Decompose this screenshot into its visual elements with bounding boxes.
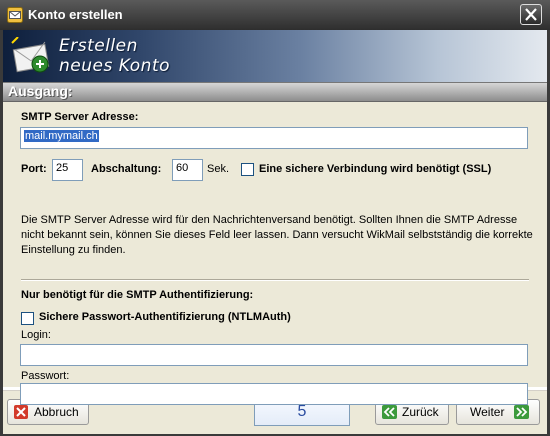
ssl-label[interactable]: Eine sichere Verbindung wird benötigt (S…: [259, 163, 491, 175]
app-mail-icon: [7, 7, 23, 23]
outgoing-form: SMTP Server Adresse: mail.mymail.ch Port…: [3, 102, 547, 387]
window-title: Konto erstellen: [28, 7, 123, 22]
new-account-envelope-icon: [10, 36, 52, 81]
auth-title: Nur benötigt für die SMTP Authentifizier…: [21, 289, 254, 301]
dialog-window: Konto erstellen Erstellen neues Konto Au…: [0, 0, 550, 436]
ntlm-label[interactable]: Sichere Passwort-Authentifizierung (NTLM…: [39, 311, 291, 323]
timeout-input[interactable]: 60: [172, 159, 203, 181]
timeout-label: Abschaltung:: [91, 163, 162, 175]
separator: [21, 279, 529, 281]
timeout-unit: Sek.: [207, 163, 230, 175]
section-header: Ausgang:: [3, 82, 547, 102]
password-label: Passwort:: [21, 370, 70, 382]
next-label: Weiter: [470, 405, 505, 419]
port-input[interactable]: 25: [52, 159, 83, 181]
banner-title-line2: neues Konto: [59, 56, 171, 76]
cancel-icon: [14, 405, 28, 422]
smtp-address-input[interactable]: mail.mymail.ch: [20, 127, 528, 149]
login-label: Login:: [21, 329, 51, 341]
section-title: Ausgang:: [8, 83, 73, 99]
wizard-banner: Erstellen neues Konto: [3, 30, 547, 82]
banner-title-line1: Erstellen: [59, 36, 138, 56]
back-label: Zurück: [402, 405, 439, 419]
password-input[interactable]: [20, 383, 528, 405]
login-input[interactable]: [20, 344, 528, 366]
next-arrow-icon: [514, 405, 529, 422]
smtp-description: Die SMTP Server Adresse wird für den Nac…: [21, 214, 533, 256]
back-arrow-icon: [382, 405, 397, 422]
smtp-address-label: SMTP Server Adresse:: [21, 111, 139, 123]
cancel-label: Abbruch: [34, 405, 79, 419]
ssl-checkbox[interactable]: [241, 163, 254, 176]
ntlm-checkbox[interactable]: [21, 312, 34, 325]
close-button[interactable]: [520, 4, 542, 25]
smtp-address-value: mail.mymail.ch: [24, 130, 99, 142]
close-icon: [525, 8, 537, 21]
dialog-client: Erstellen neues Konto Ausgang: SMTP Serv…: [3, 30, 547, 434]
title-bar[interactable]: Konto erstellen: [0, 0, 550, 30]
port-label: Port:: [21, 163, 47, 175]
